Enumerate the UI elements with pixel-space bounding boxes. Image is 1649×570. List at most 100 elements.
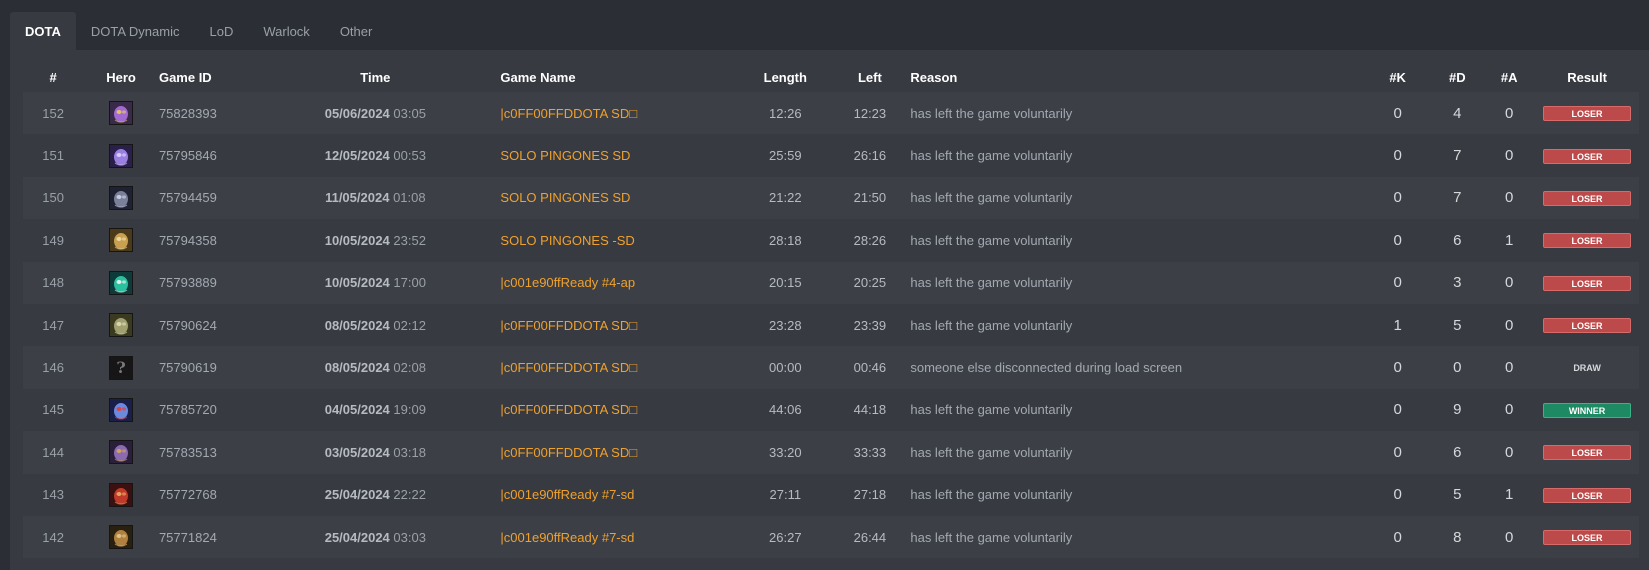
- tab-dota[interactable]: DOTA: [10, 12, 76, 50]
- game-id[interactable]: 75772768: [158, 473, 251, 516]
- table-row[interactable]: 150 75794459 11/05/2024 01:08 SOLO PINGONES…: [23, 176, 1639, 220]
- column-header-time[interactable]: Time: [250, 62, 500, 92]
- game-id[interactable]: 75790619: [158, 346, 251, 389]
- table-row[interactable]: 142 75771824 25/04/2024 03:03 |c001e90ffRea…: [23, 515, 1639, 559]
- game-name-link[interactable]: |c0FF00FFDDOTA SD□: [500, 92, 742, 135]
- assists-count: 0: [1483, 388, 1536, 432]
- table-row[interactable]: 146? 75790619 08/05/2024 02:08 |c0FF00FFDDO…: [23, 346, 1639, 389]
- leave-reason: has left the game voluntarily: [910, 261, 1364, 304]
- column-header-length[interactable]: Length: [741, 62, 829, 92]
- hero-cell: [83, 388, 159, 432]
- tab-lod[interactable]: LoD: [194, 12, 248, 50]
- hero-cell: [83, 303, 159, 347]
- game-name-link[interactable]: SOLO PINGONES SD: [500, 134, 742, 177]
- game-name-link[interactable]: |c001e90ffReady #7-sd: [500, 473, 742, 516]
- game-number: 151: [23, 134, 84, 177]
- hero-portrait-violet-warrior[interactable]: [109, 440, 134, 465]
- game-length: 27:11: [741, 473, 830, 516]
- column-header-numd[interactable]: #D: [1431, 62, 1483, 92]
- hero-portrait-purple-face[interactable]: [109, 143, 134, 168]
- column-header-numa[interactable]: #A: [1483, 62, 1535, 92]
- game-clock: 23:52: [393, 232, 426, 248]
- result-cell: LOSER: [1535, 431, 1639, 474]
- game-time: 08/05/2024 02:12: [250, 303, 501, 347]
- left-time: 44:18: [829, 388, 911, 432]
- game-id[interactable]: 75794459: [158, 176, 251, 220]
- tab-other[interactable]: Other: [325, 12, 388, 50]
- table-row[interactable]: 148 75793889 10/05/2024 17:00 |c001e90ffRea…: [23, 261, 1639, 304]
- game-id[interactable]: 75795846: [158, 134, 251, 177]
- unknown-hero-icon[interactable]: ?: [109, 355, 134, 380]
- table-row[interactable]: 145 75785720 04/05/2024 19:09 |c0FF00FFDDOT…: [23, 388, 1639, 432]
- hero-cell: [83, 134, 159, 177]
- table-row[interactable]: 151 75795846 12/05/2024 00:53 SOLO PINGONES…: [23, 134, 1639, 177]
- game-clock: 03:18: [393, 444, 426, 460]
- deaths-count: 9: [1431, 388, 1484, 432]
- game-name-link[interactable]: SOLO PINGONES -SD: [500, 219, 742, 262]
- game-number: 143: [23, 473, 84, 516]
- game-id[interactable]: 75785720: [158, 388, 251, 432]
- game-id[interactable]: 75771824: [158, 515, 251, 559]
- table-row[interactable]: 147 75790624 08/05/2024 02:12 |c0FF00FFDDOT…: [23, 303, 1639, 347]
- hero-portrait-bronze-beast[interactable]: [109, 525, 134, 550]
- deaths-count: 7: [1431, 134, 1484, 177]
- leave-reason: has left the game voluntarily: [910, 303, 1364, 347]
- hero-portrait-golden-beast[interactable]: [109, 228, 134, 253]
- column-header-left[interactable]: Left: [829, 62, 910, 92]
- game-name-link[interactable]: |c0FF00FFDDOTA SD□: [500, 303, 742, 347]
- column-header-reason[interactable]: Reason: [910, 62, 1364, 92]
- game-id[interactable]: 75783513: [158, 431, 251, 474]
- table-header-row: # Hero Game ID Time Game Name Length Left Reaso…: [23, 62, 1639, 92]
- game-time: 25/04/2024 03:03: [250, 515, 501, 559]
- left-time: 33:33: [829, 431, 911, 474]
- game-id[interactable]: 75793889: [158, 261, 251, 304]
- hero-portrait-hooded-grey[interactable]: [109, 185, 134, 210]
- table-row[interactable]: 149 75794358 10/05/2024 23:52 SOLO PINGONES…: [23, 219, 1639, 262]
- hero-cell: [83, 515, 159, 559]
- game-length: 33:20: [741, 431, 830, 474]
- hero-portrait-blue-knight[interactable]: [109, 397, 134, 422]
- result-badge: LOSER: [1543, 445, 1632, 461]
- game-name-link[interactable]: |c0FF00FFDDOTA SD□: [500, 346, 742, 389]
- game-date: 05/06/2024: [324, 105, 390, 121]
- tab-dota-dynamic[interactable]: DOTA Dynamic: [76, 12, 195, 50]
- tab-warlock[interactable]: Warlock: [248, 12, 324, 50]
- table-row[interactable]: 143 75772768 25/04/2024 22:22 |c001e90ffRea…: [23, 473, 1639, 516]
- hero-portrait-teal-dragon[interactable]: [109, 270, 134, 295]
- game-name-link[interactable]: SOLO PINGONES SD: [500, 176, 742, 220]
- column-header-hero[interactable]: Hero: [83, 62, 159, 92]
- table-row[interactable]: 152 75828393 05/06/2024 03:05 |c0FF00FFDDOT…: [23, 92, 1639, 135]
- table-row[interactable]: 144 75783513 03/05/2024 03:18 |c0FF00FFDDOT…: [23, 431, 1639, 474]
- game-date: 25/04/2024: [324, 529, 390, 545]
- game-time: 12/05/2024 00:53: [250, 134, 501, 177]
- result-cell: LOSER: [1535, 176, 1639, 220]
- game-number: 150: [23, 176, 84, 220]
- column-header-num[interactable]: #: [23, 62, 83, 92]
- game-clock: 22:22: [393, 487, 426, 503]
- game-id[interactable]: 75828393: [158, 92, 251, 135]
- hero-cell: [83, 473, 159, 516]
- hero-portrait-olive-creature[interactable]: [109, 313, 134, 338]
- game-clock: 19:09: [393, 402, 426, 418]
- game-name-link[interactable]: |c0FF00FFDDOTA SD□: [500, 431, 742, 474]
- game-name-link[interactable]: |c001e90ffReady #7-sd: [500, 515, 742, 559]
- left-time: 27:18: [829, 473, 911, 516]
- leave-reason: has left the game voluntarily: [910, 176, 1364, 220]
- game-id[interactable]: 75794358: [158, 219, 251, 262]
- game-date: 10/05/2024: [324, 275, 390, 291]
- game-length: 00:00: [741, 346, 830, 389]
- column-header-numk[interactable]: #K: [1364, 62, 1431, 92]
- column-header-game-name[interactable]: Game Name: [500, 62, 741, 92]
- game-time: 10/05/2024 23:52: [250, 219, 501, 262]
- hero-portrait-purple-beast[interactable]: [109, 101, 134, 126]
- game-length: 26:27: [741, 515, 830, 559]
- game-id[interactable]: 75790624: [158, 303, 251, 347]
- hero-portrait-red-demon[interactable]: [109, 482, 134, 507]
- game-name-link[interactable]: |c001e90ffReady #4-ap: [500, 261, 742, 304]
- column-header-result[interactable]: Result: [1535, 62, 1639, 92]
- game-clock: 03:05: [393, 105, 426, 121]
- games-panel: # Hero Game ID Time Game Name Length Left Reaso…: [10, 50, 1649, 570]
- left-time: 28:26: [829, 219, 911, 262]
- game-name-link[interactable]: |c0FF00FFDDOTA SD□: [500, 388, 742, 432]
- column-header-game-id[interactable]: Game ID: [159, 62, 250, 92]
